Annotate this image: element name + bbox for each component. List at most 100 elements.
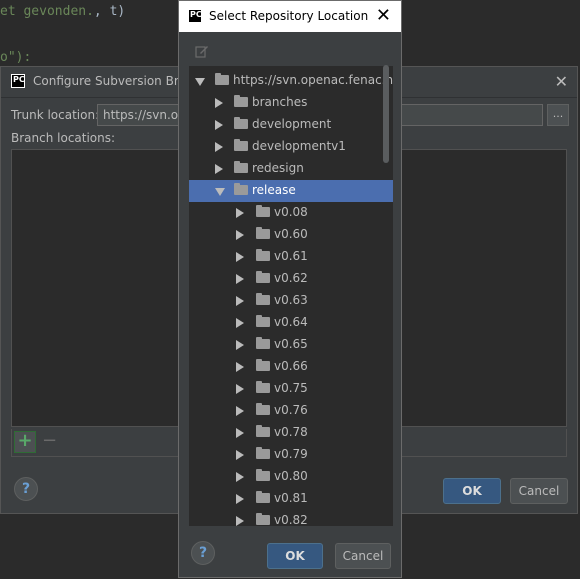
tree-item-v0-80[interactable]: v0.80 <box>189 466 393 488</box>
add-branch-button[interactable]: + <box>14 431 36 453</box>
expand-arrow-icon[interactable] <box>236 318 244 328</box>
expand-arrow-icon[interactable] <box>236 362 244 372</box>
expand-arrow-icon[interactable] <box>236 296 244 306</box>
tree-item-label: v0.65 <box>274 337 308 351</box>
close-icon[interactable]: ✕ <box>376 7 391 25</box>
trunk-location-label: Trunk location: <box>11 108 100 122</box>
tree-item-v0-76[interactable]: v0.76 <box>189 400 393 422</box>
tree-item-v0-64[interactable]: v0.64 <box>189 312 393 334</box>
tree-item-label: development <box>252 117 332 131</box>
code-rest: , t) <box>93 4 126 19</box>
folder-icon <box>256 249 270 261</box>
folder-icon <box>256 491 270 503</box>
tree-item-label: v0.63 <box>274 293 308 307</box>
expand-arrow-icon[interactable] <box>215 98 223 108</box>
expand-arrow-icon[interactable] <box>215 164 223 174</box>
tree-item-v0-65[interactable]: v0.65 <box>189 334 393 356</box>
expand-arrow-icon[interactable] <box>236 252 244 262</box>
tree-item-label: v0.80 <box>274 469 308 483</box>
tree-item-v0-81[interactable]: v0.81 <box>189 488 393 510</box>
configure-help-button[interactable]: ? <box>14 477 38 501</box>
tree-item-v0-60[interactable]: v0.60 <box>189 224 393 246</box>
pycharm-logo-icon: PC <box>188 9 202 23</box>
tree-item-label: v0.78 <box>274 425 308 439</box>
folder-icon <box>256 315 270 327</box>
expand-arrow-icon[interactable] <box>236 472 244 482</box>
tree-item-v0-61[interactable]: v0.61 <box>189 246 393 268</box>
expand-arrow-icon[interactable] <box>215 142 223 152</box>
folder-icon <box>234 95 248 107</box>
expand-arrow-icon[interactable] <box>236 494 244 504</box>
select-ok-button[interactable]: OK <box>267 543 323 569</box>
code-line-1: et gevonden., t) <box>0 4 125 19</box>
tree-item-v0-78[interactable]: v0.78 <box>189 422 393 444</box>
folder-icon <box>256 293 270 305</box>
tree-item-label: release <box>252 183 296 197</box>
configure-dialog-title: Configure Subversion Branc <box>33 74 201 88</box>
tree-item-v0-75[interactable]: v0.75 <box>189 378 393 400</box>
tree-item-v0-62[interactable]: v0.62 <box>189 268 393 290</box>
folder-icon <box>256 447 270 459</box>
tree-scrollbar[interactable] <box>383 65 389 163</box>
expand-arrow-icon[interactable] <box>236 384 244 394</box>
tree-item-branches[interactable]: branches <box>189 92 393 114</box>
folder-icon <box>256 271 270 283</box>
expand-arrow-icon[interactable] <box>236 274 244 284</box>
expand-arrow-icon[interactable] <box>236 340 244 350</box>
tree-item-developmentv1[interactable]: developmentv1 <box>189 136 393 158</box>
repository-tree[interactable]: https://svn.openac.fenac.nl branches deve… <box>188 65 394 527</box>
tree-item-release[interactable]: release <box>189 180 393 202</box>
tree-item-development[interactable]: development <box>189 114 393 136</box>
tree-item-v0-82[interactable]: v0.82 <box>189 510 393 527</box>
select-dialog-title: Select Repository Location <box>209 9 369 23</box>
collapse-arrow-icon[interactable] <box>215 188 225 196</box>
folder-icon <box>234 161 248 173</box>
expand-arrow-icon[interactable] <box>236 406 244 416</box>
code-string: et gevonden. <box>0 4 94 19</box>
expand-arrow-icon[interactable] <box>215 120 223 130</box>
remove-branch-button[interactable]: − <box>42 431 57 451</box>
tree-item-label: v0.82 <box>274 513 308 527</box>
folder-icon <box>256 381 270 393</box>
browse-trunk-button[interactable]: ... <box>547 104 569 126</box>
edit-icon[interactable] <box>195 44 209 58</box>
configure-cancel-button[interactable]: Cancel <box>510 478 568 504</box>
tree-item-v0-79[interactable]: v0.79 <box>189 444 393 466</box>
code-line-2: o"): <box>0 50 31 65</box>
tree-item-label: v0.76 <box>274 403 308 417</box>
folder-icon <box>234 183 248 195</box>
configure-ok-button[interactable]: OK <box>443 478 501 504</box>
folder-icon <box>256 227 270 239</box>
folder-icon <box>215 73 229 85</box>
branch-locations-label: Branch locations: <box>11 131 116 145</box>
tree-item-v0-08[interactable]: v0.08 <box>189 202 393 224</box>
folder-icon <box>256 425 270 437</box>
select-cancel-button[interactable]: Cancel <box>335 543 391 569</box>
tree-item-label: v0.79 <box>274 447 308 461</box>
expand-arrow-icon[interactable] <box>236 450 244 460</box>
select-repository-dialog: PC Select Repository Location ✕ https://… <box>178 0 402 578</box>
tree-item-v0-63[interactable]: v0.63 <box>189 290 393 312</box>
select-dialog-titlebar: PC Select Repository Location ✕ <box>179 1 401 32</box>
folder-icon <box>256 469 270 481</box>
code-string-2: o"): <box>0 50 32 65</box>
folder-icon <box>234 139 248 151</box>
folder-icon <box>256 359 270 371</box>
expand-arrow-icon[interactable] <box>236 208 244 218</box>
tree-item-v0-66[interactable]: v0.66 <box>189 356 393 378</box>
expand-arrow-icon[interactable] <box>236 230 244 240</box>
pycharm-logo-icon: PC <box>11 74 25 88</box>
tree-item-label: v0.62 <box>274 271 308 285</box>
tree-item-label: v0.81 <box>274 491 308 505</box>
tree-root[interactable]: https://svn.openac.fenac.nl <box>189 70 393 92</box>
select-help-button[interactable]: ? <box>191 541 215 565</box>
expand-arrow-icon[interactable] <box>195 78 205 86</box>
tree-item-label: v0.66 <box>274 359 308 373</box>
tree-item-label: v0.60 <box>274 227 308 241</box>
folder-icon <box>234 117 248 129</box>
tree-item-redesign[interactable]: redesign <box>189 158 393 180</box>
expand-arrow-icon[interactable] <box>236 516 244 526</box>
configure-close-icon[interactable]: ✕ <box>555 74 568 90</box>
folder-icon <box>256 337 270 349</box>
expand-arrow-icon[interactable] <box>236 428 244 438</box>
